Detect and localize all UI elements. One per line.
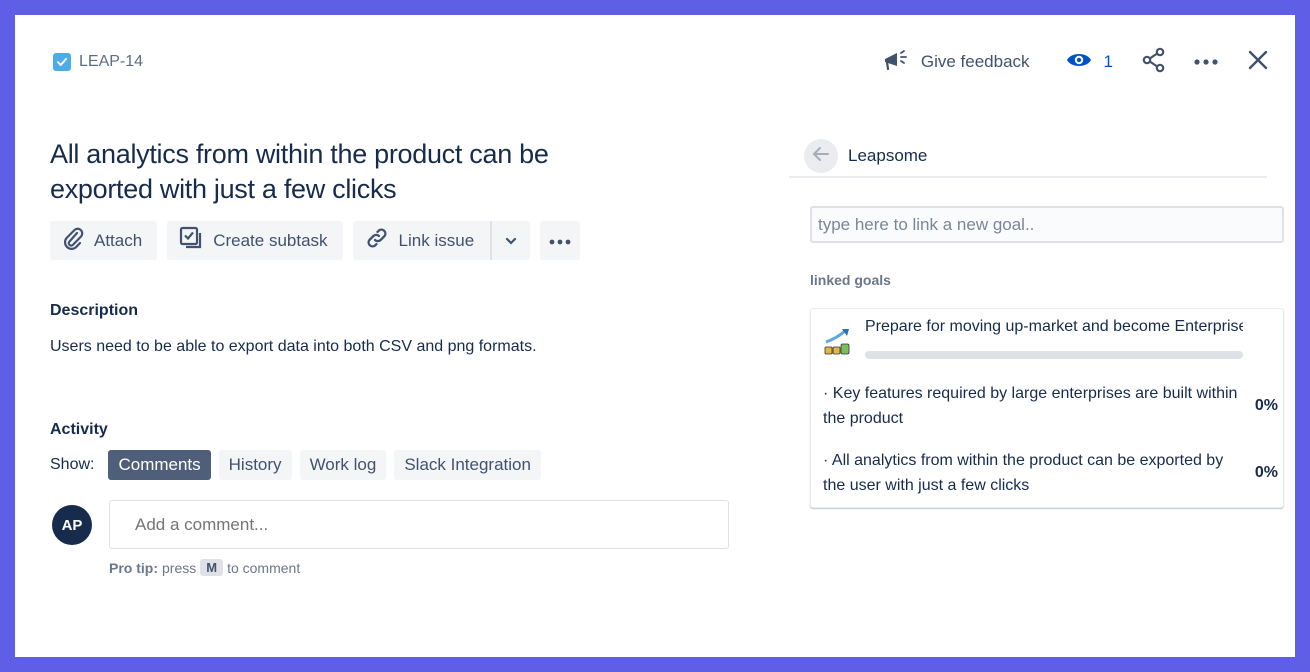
link-issue-button[interactable]: Link issue xyxy=(352,221,491,260)
back-button[interactable] xyxy=(804,139,838,173)
panel-title: Leapsome xyxy=(848,146,928,165)
paperclip-icon xyxy=(62,226,84,255)
share-icon xyxy=(1141,47,1167,78)
filter-comments[interactable]: Comments xyxy=(108,450,211,480)
give-feedback-button[interactable]: Give feedback xyxy=(883,48,1030,77)
give-feedback-label: Give feedback xyxy=(920,52,1030,71)
growth-chart-icon xyxy=(823,326,853,356)
subtask-icon xyxy=(179,226,203,255)
pro-tip: Pro tip: press M to comment xyxy=(109,559,300,576)
eye-icon xyxy=(1066,50,1092,75)
create-subtask-button[interactable]: Create subtask xyxy=(167,221,343,260)
close-icon xyxy=(1247,49,1269,76)
activity-heading: Activity xyxy=(50,421,108,438)
leapsome-panel-header: Leapsome xyxy=(789,136,1267,178)
key-result-percent: 0% xyxy=(1254,397,1278,414)
more-actions-button[interactable] xyxy=(1191,47,1221,77)
goal-progress-bar xyxy=(865,351,1243,359)
key-result-item[interactable]: · Key features required by large enterpr… xyxy=(823,381,1278,431)
description-text[interactable]: Users need to be able to export data int… xyxy=(50,338,537,356)
key-result-percent: 0% xyxy=(1254,464,1278,481)
pro-tip-bold: Pro tip: xyxy=(109,559,158,576)
linked-goals-heading: linked goals xyxy=(810,272,891,288)
filter-history[interactable]: History xyxy=(218,450,292,480)
goal-title[interactable]: Prepare for moving up-market and become … xyxy=(865,318,1243,336)
filter-work-log[interactable]: Work log xyxy=(299,450,387,480)
create-subtask-label: Create subtask xyxy=(213,230,328,250)
share-button[interactable] xyxy=(1139,47,1169,77)
key-result-text: · Key features required by large enterpr… xyxy=(823,385,1238,427)
show-label: Show: xyxy=(50,456,95,473)
more-horizontal-icon xyxy=(548,231,572,251)
goal-card[interactable]: Prepare for moving up-market and become … xyxy=(810,308,1284,508)
arrow-left-icon xyxy=(812,146,830,167)
pro-tip-press: press xyxy=(162,559,197,576)
description-heading: Description xyxy=(50,302,139,319)
link-goal-input[interactable] xyxy=(810,206,1284,243)
link-issue-label: Link issue xyxy=(398,230,475,250)
activity-filter-row: Show: Comments History Work log Slack In… xyxy=(50,450,541,480)
issue-title[interactable]: All analytics from within the product ca… xyxy=(50,137,650,207)
task-checkbox-icon xyxy=(53,53,71,71)
issue-toolbar: Attach Create subtask Link issue xyxy=(50,221,581,260)
key-result-text: · All analytics from within the product … xyxy=(823,452,1224,494)
link-issue-dropdown-button[interactable] xyxy=(490,221,531,260)
shortcut-key: M xyxy=(200,559,224,576)
attach-button[interactable]: Attach xyxy=(50,221,158,260)
avatar: AP xyxy=(52,505,92,545)
link-icon xyxy=(365,226,389,255)
issue-key[interactable]: LEAP-14 xyxy=(79,53,143,71)
watchers-count: 1 xyxy=(1103,52,1113,71)
issue-key-breadcrumb[interactable]: LEAP-14 xyxy=(53,53,143,71)
more-horizontal-icon xyxy=(1193,53,1219,71)
issue-modal: LEAP-14 Give feedback 1 All analytics fr… xyxy=(15,15,1295,657)
link-issue-split-button: Link issue xyxy=(352,221,531,260)
pro-tip-suffix: to comment xyxy=(227,559,301,576)
chevron-down-icon xyxy=(504,231,518,251)
attach-label: Attach xyxy=(94,230,143,250)
comment-input[interactable] xyxy=(109,500,729,549)
toolbar-more-button[interactable] xyxy=(540,221,581,260)
megaphone-icon xyxy=(883,48,909,77)
header-actions: Give feedback 1 xyxy=(883,47,1273,77)
filter-slack-integration[interactable]: Slack Integration xyxy=(394,450,541,480)
key-result-item[interactable]: · All analytics from within the product … xyxy=(823,448,1278,498)
close-button[interactable] xyxy=(1243,47,1273,77)
watch-button[interactable]: 1 xyxy=(1066,50,1113,75)
